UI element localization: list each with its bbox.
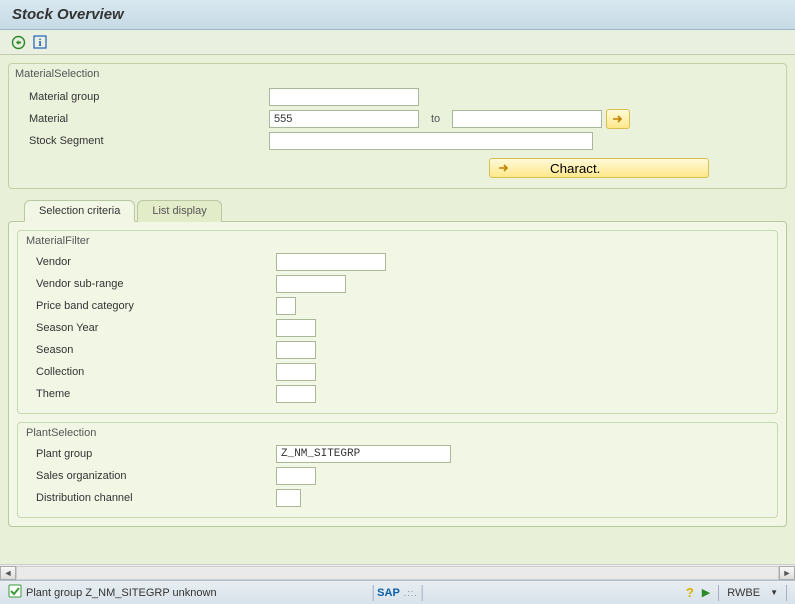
plant-selection-title: PlantSelection — [26, 427, 769, 439]
material-to-input[interactable] — [452, 110, 602, 128]
horizontal-scrollbar[interactable]: ◄ ► — [0, 564, 795, 580]
divider — [422, 585, 423, 601]
stock-segment-label: Stock Segment — [19, 135, 269, 147]
collection-input[interactable] — [276, 363, 316, 381]
material-filter-title: MaterialFilter — [26, 235, 769, 247]
material-from-input[interactable] — [269, 110, 419, 128]
info-icon[interactable]: i — [32, 34, 48, 50]
tab-panel: MaterialFilter Vendor Vendor sub-range P… — [8, 221, 787, 527]
status-message: Plant group Z_NM_SITEGRP unknown — [26, 587, 217, 599]
collection-label: Collection — [26, 366, 276, 378]
sales-org-input[interactable] — [276, 467, 316, 485]
divider — [718, 585, 719, 601]
material-label: Material — [19, 113, 269, 125]
material-group-label: Material group — [19, 91, 269, 103]
material-selection-title: MaterialSelection — [15, 68, 776, 80]
execute-icon[interactable] — [10, 34, 26, 50]
material-filter-group: MaterialFilter Vendor Vendor sub-range P… — [17, 230, 778, 414]
sales-org-label: Sales organization — [26, 470, 276, 482]
header: Stock Overview — [0, 0, 795, 30]
tabs: Selection criteria List display — [8, 200, 787, 222]
content-area: MaterialSelection Material group Materia… — [0, 55, 795, 587]
session-menu-icon[interactable]: ▶ — [702, 586, 710, 599]
statusbar: Plant group Z_NM_SITEGRP unknown SAP .::… — [0, 580, 795, 604]
scroll-track[interactable] — [16, 566, 779, 580]
material-to-label: to — [431, 113, 440, 125]
tab-selection-criteria[interactable]: Selection criteria — [24, 200, 135, 222]
charact-button[interactable]: Charact. — [489, 158, 709, 178]
help-icon[interactable]: ? — [686, 585, 694, 600]
season-label: Season — [26, 344, 276, 356]
stock-segment-input[interactable] — [269, 132, 593, 150]
tcode-dropdown-icon[interactable]: ▼ — [770, 588, 778, 597]
material-group-input[interactable] — [269, 88, 419, 106]
toolbar: i — [0, 30, 795, 55]
resize-handle-icon[interactable]: .::. — [404, 588, 418, 598]
arrow-right-icon — [498, 163, 510, 173]
tcode-label: RWBE — [727, 587, 760, 599]
scroll-right-button[interactable]: ► — [779, 566, 795, 580]
theme-input[interactable] — [276, 385, 316, 403]
vendor-sub-range-input[interactable] — [276, 275, 346, 293]
divider — [372, 585, 373, 601]
plant-group-label: Plant group — [26, 448, 276, 460]
vendor-sub-range-label: Vendor sub-range — [26, 278, 276, 290]
material-selection-group: MaterialSelection Material group Materia… — [8, 63, 787, 189]
distribution-channel-label: Distribution channel — [26, 492, 276, 504]
sap-logo: SAP — [377, 587, 400, 599]
season-year-input[interactable] — [276, 319, 316, 337]
scroll-left-button[interactable]: ◄ — [0, 566, 16, 580]
page-title: Stock Overview — [12, 6, 783, 23]
distribution-channel-input[interactable] — [276, 489, 301, 507]
charact-button-label: Charact. — [550, 161, 600, 176]
svg-text:i: i — [38, 37, 41, 49]
tab-list-display[interactable]: List display — [137, 200, 221, 222]
price-band-category-input[interactable] — [276, 297, 296, 315]
vendor-input[interactable] — [276, 253, 386, 271]
plant-selection-group: PlantSelection Plant group Sales organiz… — [17, 422, 778, 518]
divider — [786, 585, 787, 601]
plant-group-input[interactable] — [276, 445, 451, 463]
price-band-category-label: Price band category — [26, 300, 276, 312]
material-multiselect-button[interactable] — [606, 109, 630, 129]
theme-label: Theme — [26, 388, 276, 400]
season-input[interactable] — [276, 341, 316, 359]
season-year-label: Season Year — [26, 322, 276, 334]
status-ok-icon — [8, 584, 22, 601]
arrow-right-icon — [612, 114, 624, 124]
vendor-label: Vendor — [26, 256, 276, 268]
